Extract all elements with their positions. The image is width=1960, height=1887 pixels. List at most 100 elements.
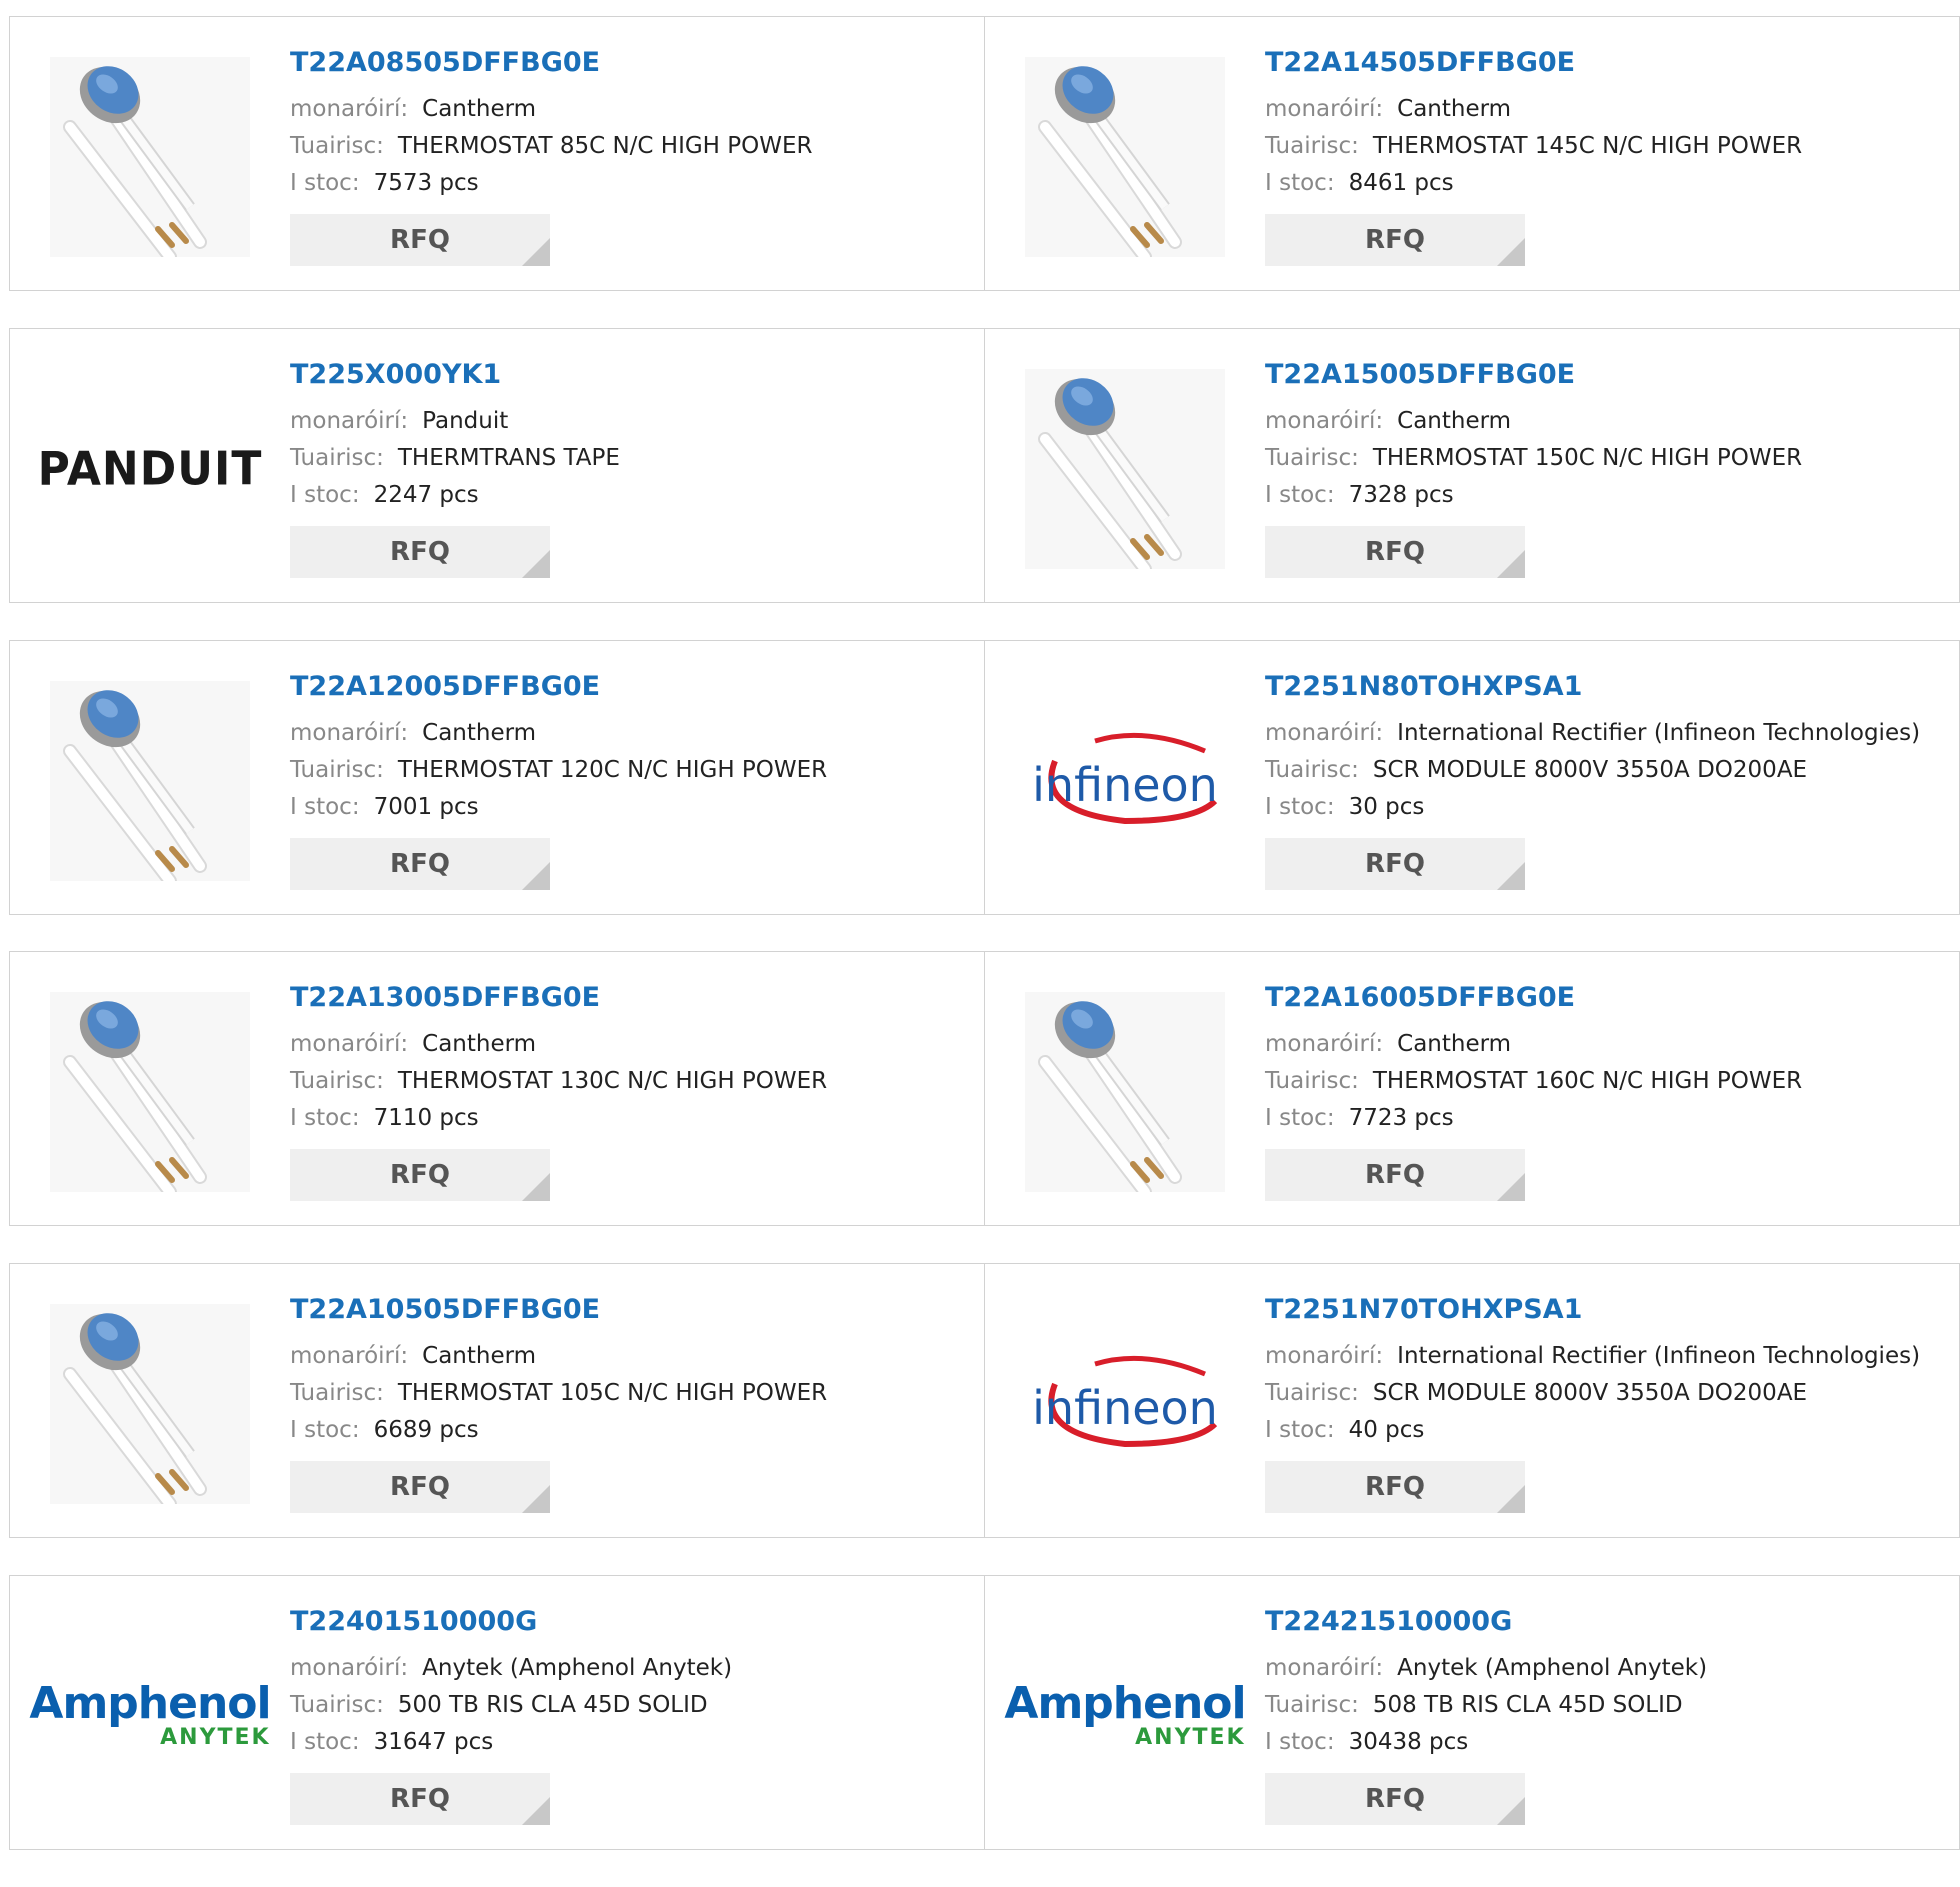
- thermostat-image[interactable]: [50, 1304, 250, 1504]
- infineon-logo[interactable]: infineon: [1025, 681, 1225, 881]
- manufacturer-label: monaróirí:: [1265, 720, 1384, 746]
- manufacturer-value: Cantherm: [422, 1343, 537, 1369]
- manufacturer-label: monaróirí:: [1265, 1655, 1384, 1681]
- button-corner-decoration: [522, 862, 550, 890]
- rfq-button[interactable]: RFQ: [290, 214, 550, 266]
- manufacturer-label: monaróirí:: [1265, 96, 1384, 122]
- manufacturer-value: Cantherm: [422, 720, 537, 746]
- rfq-button[interactable]: RFQ: [1265, 1461, 1525, 1513]
- part-number-link[interactable]: T22401510000G: [290, 1606, 732, 1638]
- rfq-label: RFQ: [1365, 1472, 1425, 1502]
- rfq-button[interactable]: RFQ: [290, 838, 550, 890]
- product-row: T22A10505DFFBG0E monaróirí: Cantherm Tuai…: [9, 1263, 1960, 1538]
- stock-value: 2247 pcs: [373, 482, 479, 508]
- thermostat-image[interactable]: [1025, 57, 1225, 257]
- panduit-logo[interactable]: PANDUIT: [38, 369, 262, 569]
- part-number-link[interactable]: T22A12005DFFBG0E: [290, 671, 827, 703]
- rfq-button[interactable]: RFQ: [1265, 1773, 1525, 1825]
- description-label: Tuairisc:: [1265, 1692, 1359, 1718]
- manufacturer-value: Cantherm: [422, 1031, 537, 1057]
- manufacturer-value: Panduit: [422, 408, 509, 434]
- product-card: Amphenol ANYTEK T22421510000G monaróirí:…: [985, 1575, 1960, 1850]
- stock-label: I stoc:: [290, 794, 360, 820]
- description-label: Tuairisc:: [1265, 1380, 1359, 1406]
- description-label: Tuairisc:: [1265, 133, 1359, 159]
- product-card: infineon T2251N80TOHXPSA1 monaróirí: Inte…: [985, 640, 1960, 915]
- part-number-link[interactable]: T2251N70TOHXPSA1: [1265, 1294, 1920, 1326]
- rfq-button[interactable]: RFQ: [1265, 838, 1525, 890]
- button-corner-decoration: [1497, 1173, 1525, 1201]
- rfq-label: RFQ: [1365, 849, 1425, 879]
- thermostat-image[interactable]: [50, 681, 250, 881]
- stock-label: I stoc:: [1265, 1729, 1335, 1755]
- product-card: T22A08505DFFBG0E monaróirí: Cantherm Tuai…: [9, 16, 985, 291]
- product-card: Amphenol ANYTEK T22401510000G monaróirí:…: [9, 1575, 985, 1850]
- panduit-logo-text: PANDUIT: [37, 442, 263, 496]
- stock-value: 40 pcs: [1348, 1417, 1425, 1443]
- product-row: T22A12005DFFBG0E monaróirí: Cantherm Tuai…: [9, 640, 1960, 915]
- part-number-link[interactable]: T22A15005DFFBG0E: [1265, 359, 1802, 391]
- button-corner-decoration: [522, 550, 550, 578]
- part-number-link[interactable]: T22A14505DFFBG0E: [1265, 47, 1802, 79]
- manufacturer-value: International Rectifier (Infineon Techno…: [1397, 1343, 1921, 1369]
- button-corner-decoration: [522, 238, 550, 266]
- button-corner-decoration: [522, 1797, 550, 1825]
- part-number-link[interactable]: T225X000YK1: [290, 359, 620, 391]
- button-corner-decoration: [1497, 862, 1525, 890]
- rfq-label: RFQ: [1365, 1784, 1425, 1814]
- amphenol-logo[interactable]: Amphenol ANYTEK: [1004, 1616, 1246, 1816]
- rfq-button[interactable]: RFQ: [290, 1773, 550, 1825]
- manufacturer-value: Cantherm: [1397, 408, 1512, 434]
- rfq-button[interactable]: RFQ: [1265, 214, 1525, 266]
- part-number-link[interactable]: T22A08505DFFBG0E: [290, 47, 813, 79]
- manufacturer-label: monaróirí:: [290, 1655, 409, 1681]
- manufacturer-label: monaróirí:: [290, 1031, 409, 1057]
- part-number-link[interactable]: T2251N80TOHXPSA1: [1265, 671, 1920, 703]
- stock-value: 7110 pcs: [373, 1105, 479, 1131]
- stock-label: I stoc:: [290, 482, 360, 508]
- product-row: T22A08505DFFBG0E monaróirí: Cantherm Tuai…: [9, 16, 1960, 291]
- product-card: T22A13005DFFBG0E monaróirí: Cantherm Tuai…: [9, 951, 985, 1226]
- stock-label: I stoc:: [1265, 1105, 1335, 1131]
- part-number-link[interactable]: T22A10505DFFBG0E: [290, 1294, 827, 1326]
- product-grid: T22A08505DFFBG0E monaróirí: Cantherm Tuai…: [9, 16, 1960, 1887]
- part-number-link[interactable]: T22A16005DFFBG0E: [1265, 982, 1802, 1014]
- product-card: T22A10505DFFBG0E monaróirí: Cantherm Tuai…: [9, 1263, 985, 1538]
- product-card: infineon T2251N70TOHXPSA1 monaróirí: Inte…: [985, 1263, 1960, 1538]
- stock-label: I stoc:: [290, 1417, 360, 1443]
- thermostat-image[interactable]: [50, 57, 250, 257]
- rfq-label: RFQ: [390, 849, 450, 879]
- product-card: T22A12005DFFBG0E monaróirí: Cantherm Tuai…: [9, 640, 985, 915]
- description-value: THERMOSTAT 120C N/C HIGH POWER: [397, 757, 828, 783]
- infineon-logo[interactable]: infineon: [1025, 1304, 1225, 1504]
- thermostat-image[interactable]: [50, 992, 250, 1192]
- stock-value: 30 pcs: [1348, 794, 1425, 820]
- manufacturer-label: monaróirí:: [290, 720, 409, 746]
- product-row: T22A13005DFFBG0E monaróirí: Cantherm Tuai…: [9, 951, 1960, 1226]
- stock-value: 7723 pcs: [1348, 1105, 1454, 1131]
- manufacturer-label: monaróirí:: [290, 408, 409, 434]
- rfq-button[interactable]: RFQ: [1265, 526, 1525, 578]
- part-number-link[interactable]: T22A13005DFFBG0E: [290, 982, 827, 1014]
- stock-label: I stoc:: [290, 1105, 360, 1131]
- button-corner-decoration: [1497, 1797, 1525, 1825]
- rfq-label: RFQ: [390, 225, 450, 255]
- description-label: Tuairisc:: [290, 1068, 384, 1094]
- part-number-link[interactable]: T22421510000G: [1265, 1606, 1707, 1638]
- stock-value: 7001 pcs: [373, 794, 479, 820]
- thermostat-image[interactable]: [1025, 992, 1225, 1192]
- amphenol-logo[interactable]: Amphenol ANYTEK: [29, 1616, 271, 1816]
- product-card: PANDUIT T225X000YK1 monaróirí: Panduit Tu…: [9, 328, 985, 603]
- rfq-label: RFQ: [390, 1472, 450, 1502]
- description-label: Tuairisc:: [290, 757, 384, 783]
- rfq-button[interactable]: RFQ: [290, 1149, 550, 1201]
- rfq-button[interactable]: RFQ: [1265, 1149, 1525, 1201]
- manufacturer-label: monaróirí:: [1265, 1343, 1384, 1369]
- rfq-button[interactable]: RFQ: [290, 1461, 550, 1513]
- rfq-button[interactable]: RFQ: [290, 526, 550, 578]
- thermostat-image[interactable]: [1025, 369, 1225, 569]
- description-label: Tuairisc:: [1265, 757, 1359, 783]
- description-value: THERMOSTAT 130C N/C HIGH POWER: [397, 1068, 828, 1094]
- description-value: SCR MODULE 8000V 3550A DO200AE: [1372, 1380, 1808, 1406]
- description-label: Tuairisc:: [1265, 445, 1359, 471]
